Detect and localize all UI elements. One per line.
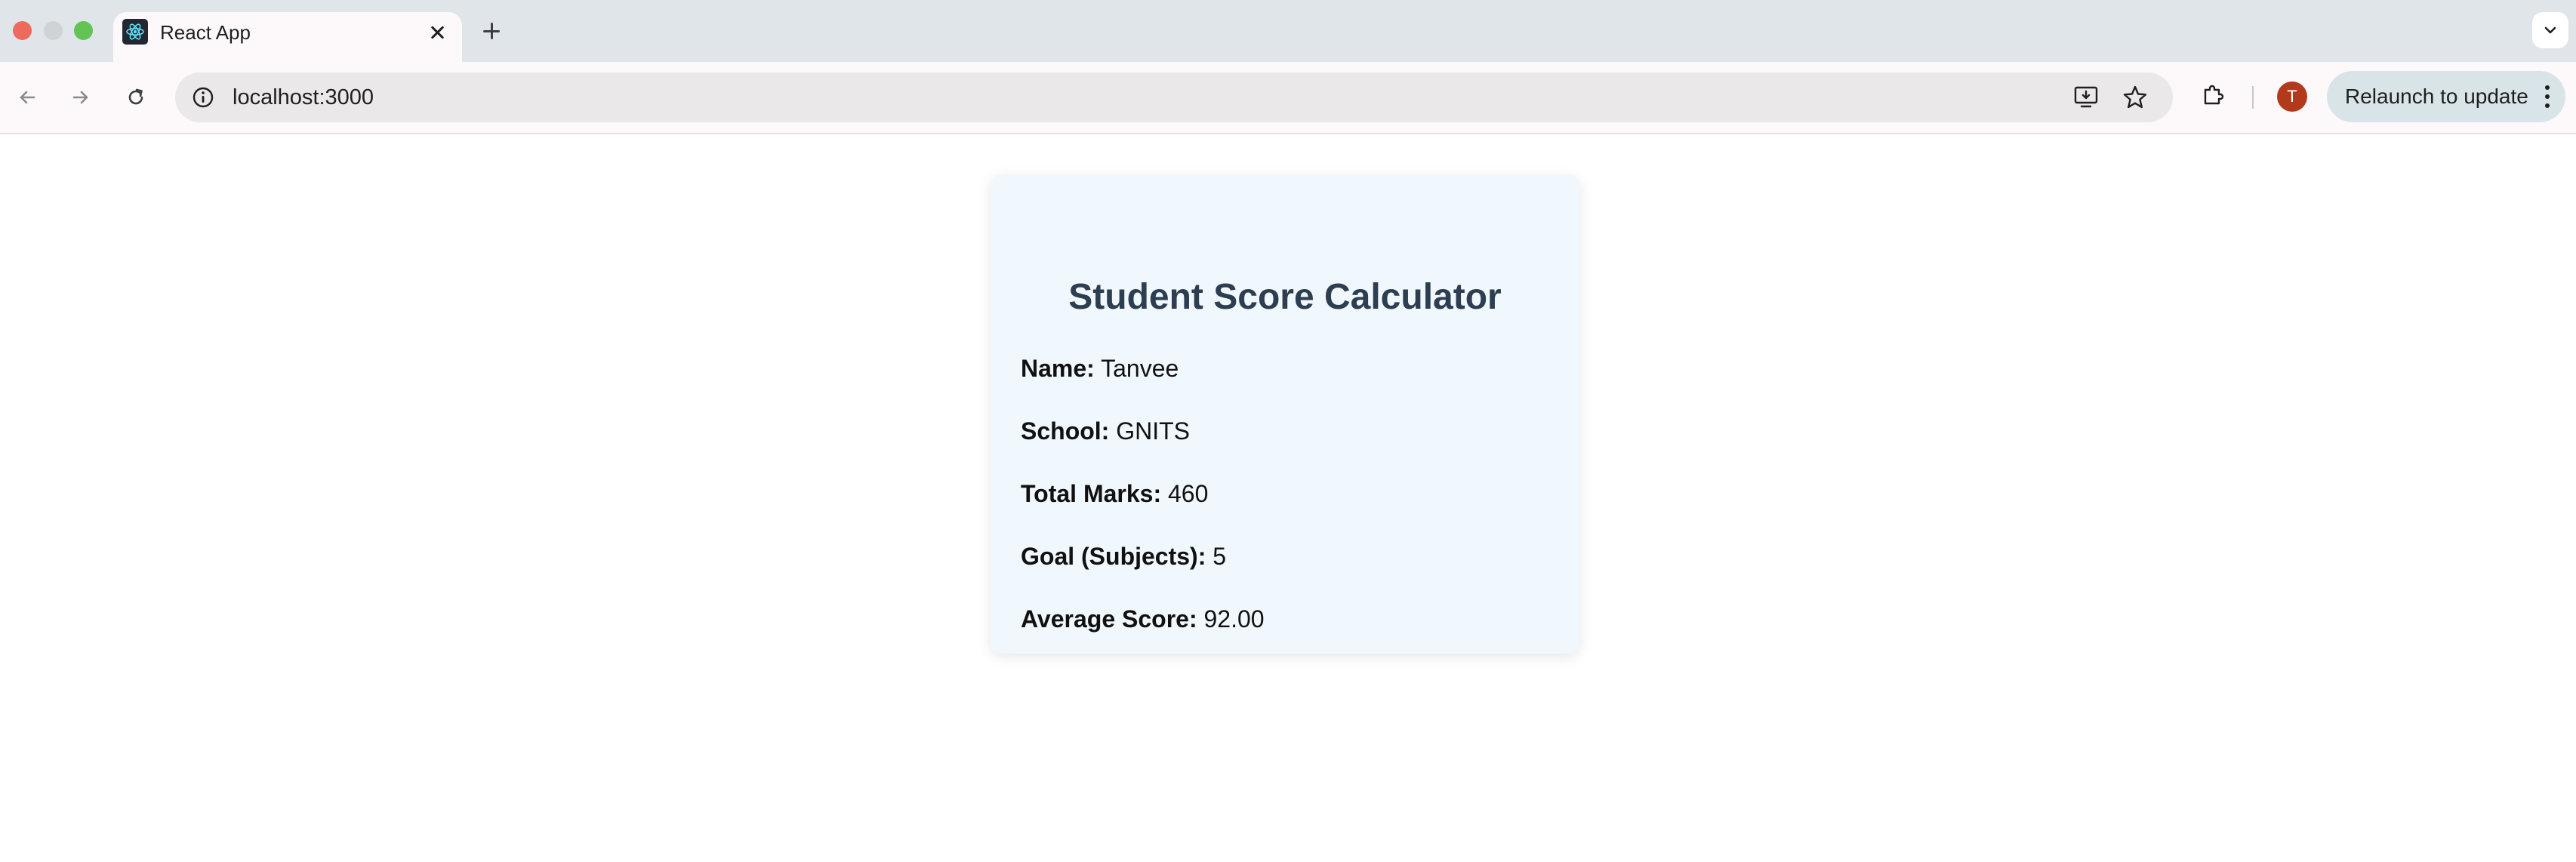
name-field: Name: Tanvee	[1021, 353, 1179, 383]
page-viewport: Student Score Calculator Name: Tanvee Sc…	[0, 134, 2576, 862]
install-app-icon[interactable]	[2073, 85, 2100, 110]
tab-title: React App	[160, 21, 251, 44]
site-info-icon[interactable]	[190, 85, 216, 110]
back-button[interactable]	[10, 80, 45, 115]
extensions-button[interactable]	[2195, 77, 2232, 113]
react-logo-icon	[122, 19, 148, 45]
tab-react-app[interactable]: React App	[113, 12, 462, 62]
relaunch-button[interactable]: Relaunch to update	[2327, 71, 2565, 122]
average-score-field: Average Score: 92.00	[1021, 604, 1265, 634]
field-label: Total Marks:	[1021, 480, 1162, 507]
more-vert-icon[interactable]	[2540, 83, 2555, 110]
field-value: 460	[1168, 480, 1209, 507]
field-value: 92.00	[1203, 605, 1265, 633]
field-label: Goal (Subjects):	[1021, 543, 1206, 570]
reload-button[interactable]	[119, 80, 153, 115]
field-value: GNITS	[1116, 417, 1190, 445]
toolbar-divider	[2252, 86, 2254, 109]
reload-icon	[128, 88, 143, 105]
close-tab-icon[interactable]	[426, 21, 448, 44]
profile-avatar[interactable]: T	[2277, 82, 2307, 112]
school-field: School: GNITS	[1021, 416, 1190, 446]
chevron-down-icon	[2544, 26, 2556, 34]
url-text[interactable]: localhost:3000	[233, 85, 374, 109]
tab-strip: React App	[0, 0, 2576, 62]
forward-button[interactable]	[63, 80, 98, 115]
field-value: 5	[1213, 543, 1227, 570]
field-label: Name:	[1021, 355, 1095, 382]
address-bar[interactable]: localhost:3000	[175, 72, 2173, 122]
browser-toolbar: localhost:3000 T Relaunch to update	[0, 62, 2576, 134]
browser-window: React App localhost:3000 T Relaunch to u…	[0, 0, 2576, 862]
minimize-window-button[interactable]	[44, 21, 63, 40]
arrow-right-icon	[72, 91, 88, 104]
page-title: Student Score Calculator	[1068, 277, 1502, 317]
bookmark-star-icon[interactable]	[2122, 84, 2149, 111]
maximize-window-button[interactable]	[74, 21, 93, 40]
close-window-button[interactable]	[13, 21, 32, 40]
new-tab-icon[interactable]	[479, 18, 504, 44]
goal-subjects-field: Goal (Subjects): 5	[1021, 541, 1226, 571]
arrow-left-icon	[20, 91, 35, 104]
puzzle-icon	[2204, 85, 2224, 105]
score-card: Student Score Calculator Name: Tanvee Sc…	[991, 175, 1579, 654]
field-value: Tanvee	[1101, 355, 1179, 382]
tab-search-button[interactable]	[2532, 12, 2568, 48]
relaunch-label: Relaunch to update	[2345, 85, 2528, 108]
field-label: Average Score:	[1021, 605, 1197, 633]
field-label: School:	[1021, 417, 1110, 445]
total-marks-field: Total Marks: 460	[1021, 479, 1208, 509]
